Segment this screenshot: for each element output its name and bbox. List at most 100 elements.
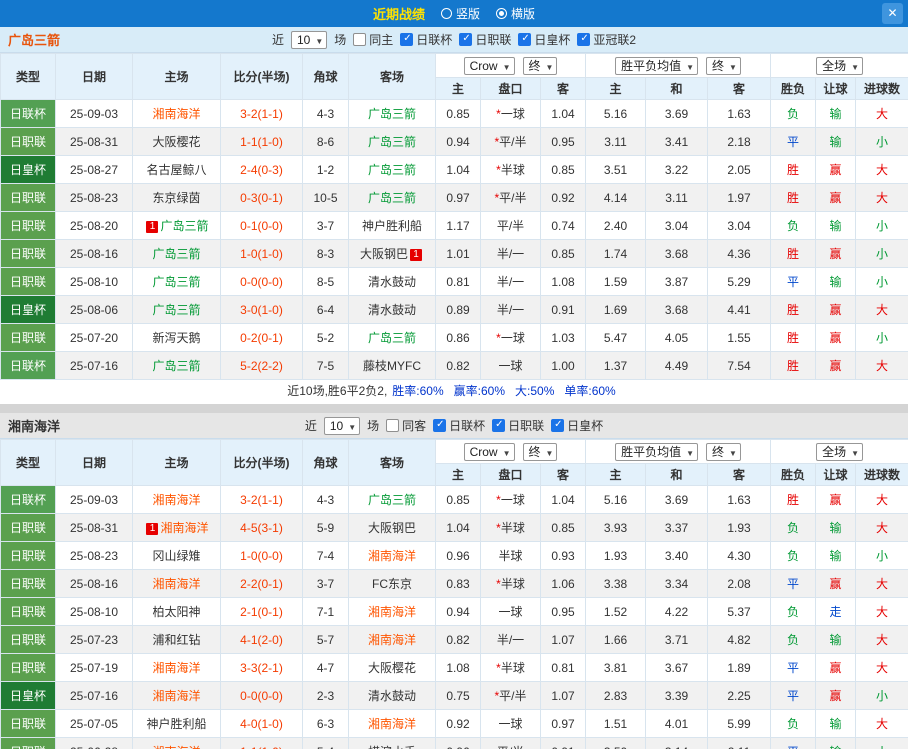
layout-radio-vertical[interactable]: 竖版 xyxy=(440,5,480,22)
result-wdl-cell: 平 xyxy=(770,127,817,156)
avg-draw-cell: 3.40 xyxy=(645,541,709,570)
away-team-cell[interactable]: 藤枝MYFC xyxy=(348,351,436,380)
team-name: 广岛三箭 xyxy=(160,219,209,233)
away-team-cell[interactable]: 广岛三箭 xyxy=(348,155,436,184)
home-team-cell[interactable]: 东京绿茵 xyxy=(132,183,221,212)
away-team-cell[interactable]: 清水鼓动 xyxy=(348,681,436,710)
away-team-cell[interactable]: 清水鼓动 xyxy=(348,267,436,296)
home-team-cell[interactable]: 1 湘南海洋 xyxy=(132,513,221,542)
filter-checkbox[interactable]: 日皇杯 xyxy=(518,31,570,48)
home-team-cell[interactable]: 湘南海洋 xyxy=(132,569,221,598)
odds-home-cell: 0.86 xyxy=(435,323,481,352)
avg-away-cell: 3.04 xyxy=(707,211,772,240)
avg-source-select[interactable]: 胜平负均值 xyxy=(615,442,699,461)
away-team-cell[interactable]: 横滨水手 xyxy=(348,737,436,749)
away-team-cell[interactable]: 大阪钢巴 xyxy=(348,513,436,542)
scope-select-group: 全场 xyxy=(770,439,908,464)
filter-games-label: 场 xyxy=(367,419,380,433)
home-team-cell[interactable]: 广岛三箭 xyxy=(132,239,221,268)
checkbox-checked-icon xyxy=(518,33,532,46)
summary-stat: 大:50% xyxy=(515,384,555,398)
away-team-cell[interactable]: 广岛三箭 xyxy=(348,485,436,514)
away-team-cell[interactable]: 湘南海洋 xyxy=(348,597,436,626)
radio-selected-icon xyxy=(496,8,507,19)
match-rows: 日联杯 25-09-03 湘南海洋 3-2(1-1) 4-3 广岛三箭 0.85 *一球 1.0… xyxy=(0,485,908,749)
avg-source-select[interactable]: 胜平负均值 xyxy=(615,56,699,75)
home-team-cell[interactable]: 冈山绿雉 xyxy=(132,541,221,570)
home-team-cell[interactable]: 广岛三箭 xyxy=(132,351,221,380)
away-team-cell[interactable]: 神户胜利船 xyxy=(348,211,436,240)
home-team-cell[interactable]: 广岛三箭 xyxy=(132,295,221,324)
odds-final-select[interactable]: 终 xyxy=(522,56,558,75)
corner-cell: 7-1 xyxy=(302,597,349,626)
filter-checkbox[interactable]: 日联杯 xyxy=(433,417,485,434)
away-team-cell[interactable]: FC东京 xyxy=(348,569,436,598)
result-wdl-cell: 平 xyxy=(770,737,817,749)
away-team-cell[interactable]: 湘南海洋 xyxy=(348,709,436,738)
col-header: 客场 xyxy=(348,53,436,100)
close-button[interactable]: ✕ xyxy=(882,3,903,24)
home-team-cell[interactable]: 大阪樱花 xyxy=(132,127,221,156)
date-cell: 25-07-05 xyxy=(55,709,133,738)
away-team-cell[interactable]: 广岛三箭 xyxy=(348,183,436,212)
home-team-cell[interactable]: 湘南海洋 xyxy=(132,99,221,128)
filter-checkbox[interactable]: 同主 xyxy=(353,31,393,48)
avg-final-select[interactable]: 终 xyxy=(706,56,741,75)
avg-draw-cell: 3.39 xyxy=(645,681,709,710)
home-team-cell[interactable]: 柏太阳神 xyxy=(132,597,221,626)
filter-checkbox[interactable]: 日联杯 xyxy=(400,31,452,48)
score-cell: 3-3(2-1) xyxy=(220,653,303,682)
scope-select[interactable]: 全场 xyxy=(816,442,864,461)
date-cell: 25-08-31 xyxy=(55,127,133,156)
home-team-cell[interactable]: 浦和红钻 xyxy=(132,625,221,654)
filter-checkbox[interactable]: 日皇杯 xyxy=(551,417,603,434)
away-team-cell[interactable]: 清水鼓动 xyxy=(348,295,436,324)
games-count-select[interactable]: 10 xyxy=(290,30,328,49)
filter-checkbox[interactable]: 日职联 xyxy=(459,31,511,48)
games-count-select[interactable]: 10 xyxy=(323,416,361,435)
avg-final-select[interactable]: 终 xyxy=(706,442,741,461)
odds-source-select[interactable]: Crow xyxy=(463,56,515,75)
home-team-cell[interactable]: 广岛三箭 xyxy=(132,267,221,296)
team-name: 湘南海洋 xyxy=(152,493,201,507)
away-team-cell[interactable]: 广岛三箭 xyxy=(348,127,436,156)
home-team-cell[interactable]: 1 广岛三箭 xyxy=(132,211,221,240)
away-team-cell[interactable]: 广岛三箭 xyxy=(348,99,436,128)
home-team-cell[interactable]: 名古屋鲸八 xyxy=(132,155,221,184)
checkbox-checked-icon xyxy=(400,33,414,46)
select-value: 终 xyxy=(712,445,725,459)
team-name: 湘南海洋 xyxy=(367,549,416,563)
home-team-cell[interactable]: 湘南海洋 xyxy=(132,737,221,749)
home-team-cell[interactable]: 神户胜利船 xyxy=(132,709,221,738)
layout-radio-horizontal[interactable]: 横版 xyxy=(496,5,535,22)
odds-select-group: Crow 终 xyxy=(434,53,587,78)
odds-final-select[interactable]: 终 xyxy=(522,442,558,461)
home-team-cell[interactable]: 新泻天鹅 xyxy=(132,323,221,352)
away-team-cell[interactable]: 大阪钢巴 1 xyxy=(348,239,436,268)
home-team-cell[interactable]: 湘南海洋 xyxy=(132,485,221,514)
col-header: 角球 xyxy=(302,53,349,100)
odds-home-cell: 0.83 xyxy=(435,569,481,598)
handicap-cell: *半球 xyxy=(480,155,541,184)
filter-checkbox[interactable]: 同客 xyxy=(386,417,426,434)
odds-source-select[interactable]: Crow xyxy=(463,442,515,461)
filter-checkbox[interactable]: 亚冠联2 xyxy=(577,31,636,48)
filter-checkbox[interactable]: 日职联 xyxy=(492,417,544,434)
sub-col-header: 进球数 xyxy=(855,77,908,100)
score-cell: 5-2(2-2) xyxy=(220,351,303,380)
result-handicap-cell: 走 xyxy=(815,597,857,626)
away-team-cell[interactable]: 大阪樱花 xyxy=(348,653,436,682)
home-team-cell[interactable]: 湘南海洋 xyxy=(132,681,221,710)
result-goals-cell: 大 xyxy=(855,569,908,598)
home-team-cell[interactable]: 湘南海洋 xyxy=(132,653,221,682)
avg-home-cell: 1.37 xyxy=(585,351,647,380)
away-team-cell[interactable]: 广岛三箭 xyxy=(348,323,436,352)
odds-away-cell: 0.97 xyxy=(539,709,587,738)
odds-away-cell: 1.00 xyxy=(539,351,587,380)
score-cell: 2-4(0-3) xyxy=(220,155,303,184)
date-cell: 25-06-28 xyxy=(55,737,133,749)
result-wdl-cell: 负 xyxy=(770,541,817,570)
away-team-cell[interactable]: 湘南海洋 xyxy=(348,541,436,570)
scope-select[interactable]: 全场 xyxy=(816,56,864,75)
away-team-cell[interactable]: 湘南海洋 xyxy=(348,625,436,654)
